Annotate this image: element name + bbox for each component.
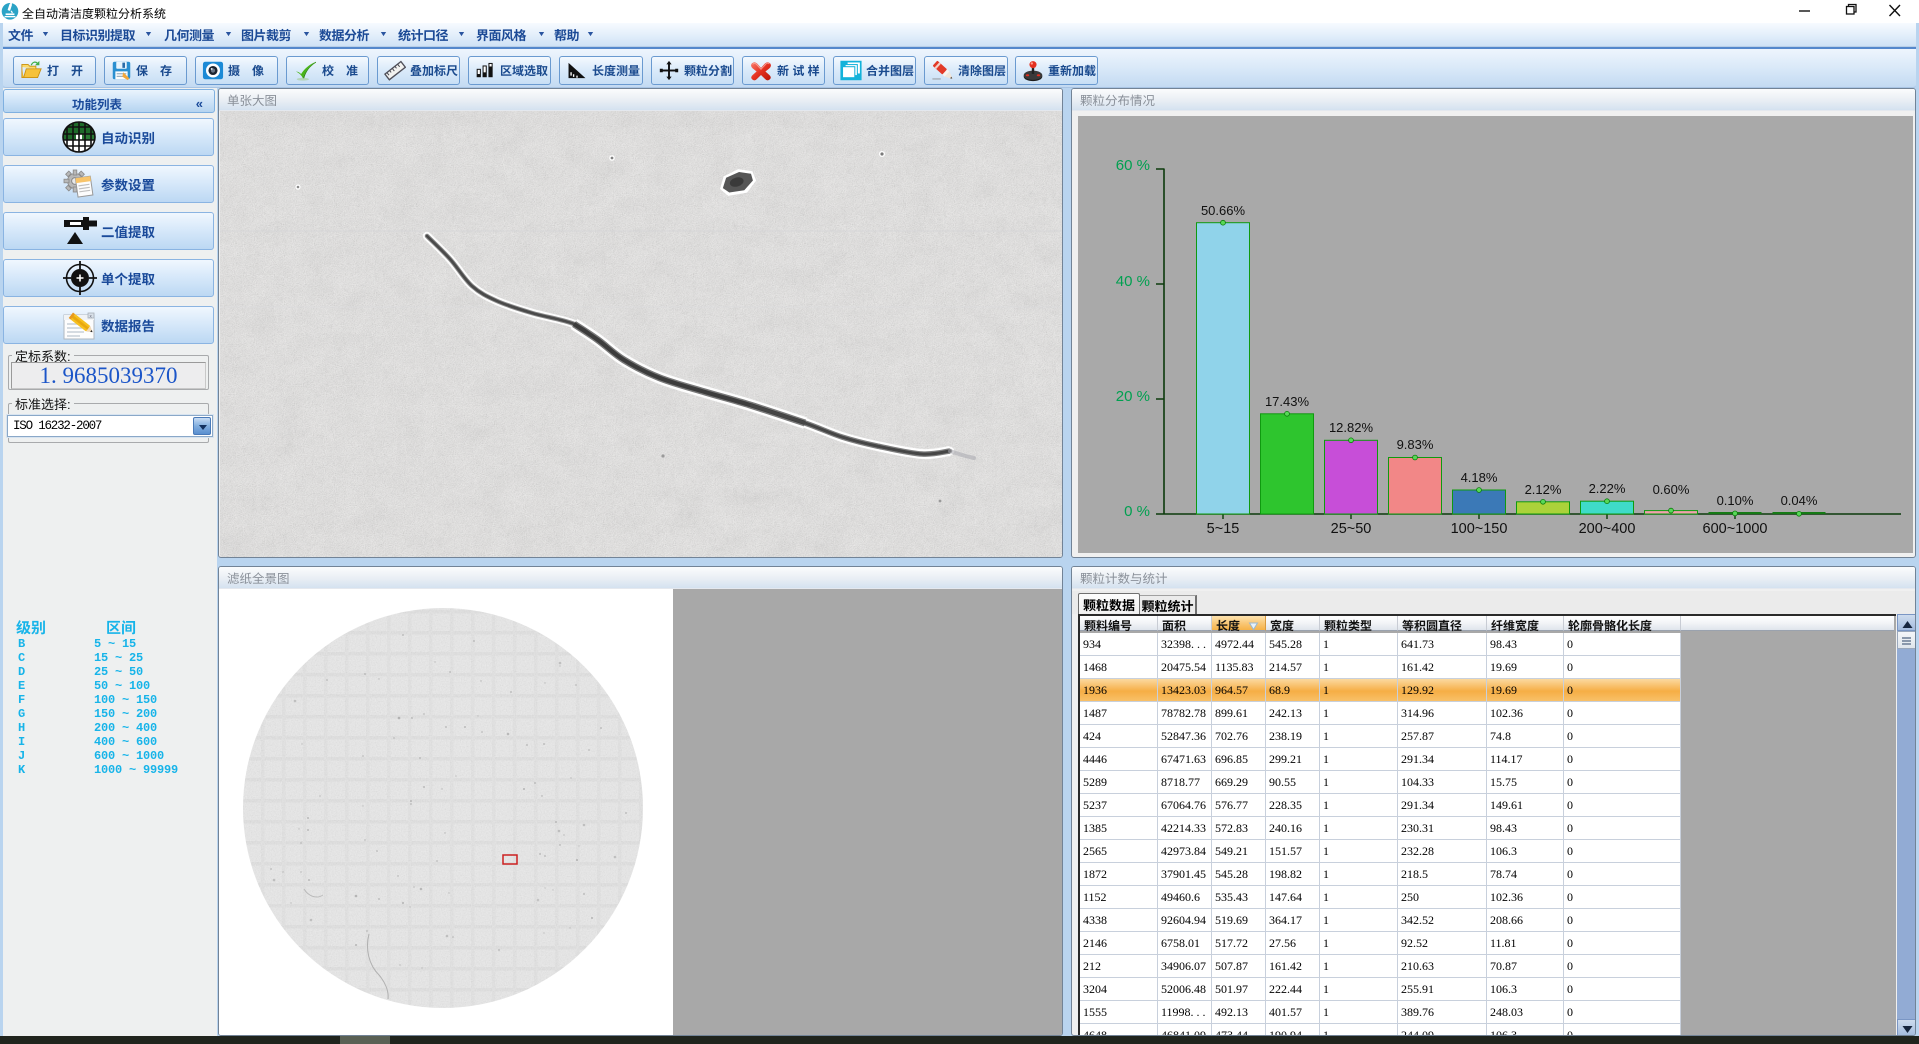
svg-text:0 %: 0 % [1124,503,1150,520]
svg-text:200~400: 200~400 [1579,521,1636,537]
svg-text:600~1000: 600~1000 [1703,521,1768,537]
svg-text:100~150: 100~150 [1451,521,1508,537]
svg-text:0.04%: 0.04% [1781,493,1818,508]
svg-text:9.83%: 9.83% [1397,437,1434,452]
svg-text:17.43%: 17.43% [1265,394,1310,409]
svg-text:12.82%: 12.82% [1329,420,1374,435]
svg-text:0.60%: 0.60% [1653,482,1690,497]
svg-text:5~15: 5~15 [1207,521,1240,537]
svg-text:2.22%: 2.22% [1589,481,1626,496]
svg-text:25~50: 25~50 [1331,521,1372,537]
svg-text:40 %: 40 % [1116,273,1150,290]
svg-text:20 %: 20 % [1116,388,1150,405]
svg-text:4.18%: 4.18% [1461,470,1498,485]
svg-text:0.10%: 0.10% [1717,493,1754,508]
svg-text:60 %: 60 % [1116,157,1150,174]
svg-text:2.12%: 2.12% [1525,482,1562,497]
svg-text:50.66%: 50.66% [1201,203,1246,218]
